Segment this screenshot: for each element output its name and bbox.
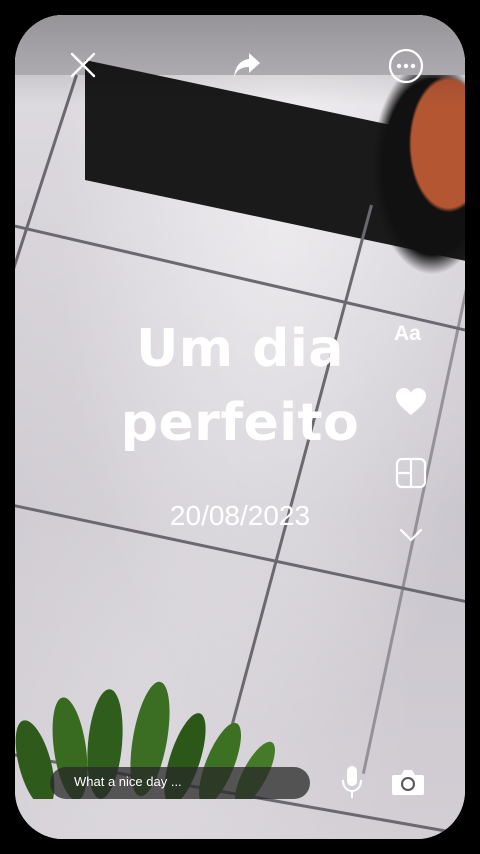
share-button[interactable] [230,49,264,81]
layout-button[interactable] [394,456,428,490]
expand-button[interactable] [396,524,426,546]
chevron-down-icon [399,528,423,542]
share-icon [234,53,260,77]
microphone-button[interactable] [338,764,366,800]
story-title[interactable]: Um dia perfeito [60,312,420,460]
camera-icon [392,770,424,795]
camera-button[interactable] [390,766,426,798]
story-date[interactable]: 20/08/2023 [60,500,420,532]
caption-text: What a nice day ... [74,774,182,789]
more-icon [388,48,424,84]
more-button[interactable] [388,48,424,84]
close-button[interactable] [66,48,100,82]
text-style-button[interactable]: Aa [394,322,421,346]
favorite-button[interactable] [394,386,428,418]
layout-icon [395,457,427,489]
caption-input[interactable]: What a nice day ... [50,767,310,799]
heart-icon [396,388,426,415]
close-icon [70,52,96,78]
microphone-icon [342,766,362,798]
